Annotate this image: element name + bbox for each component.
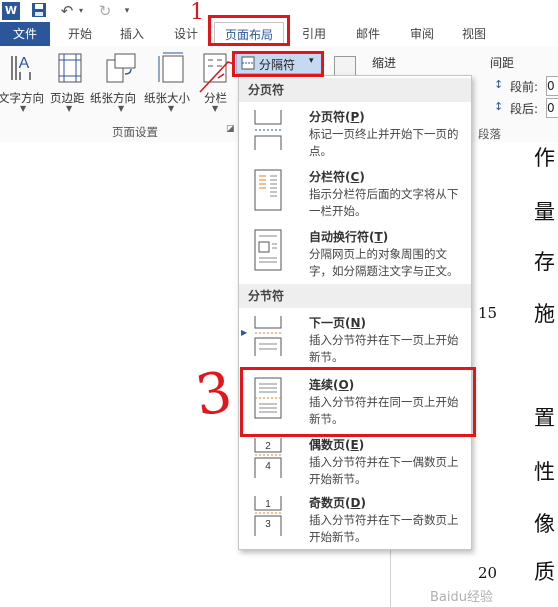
svg-text:4: 4 — [265, 461, 271, 472]
tab-design[interactable]: 设计 — [166, 22, 206, 46]
menu-item-title: 偶数页(E) — [309, 438, 365, 452]
tab-review[interactable]: 审阅 — [402, 22, 442, 46]
doc-char: 存 — [534, 250, 555, 274]
menu-item-title: 下一页(N) — [309, 316, 367, 330]
line-number: 15 — [478, 304, 498, 322]
spacing-after-input[interactable]: 0 — [546, 98, 558, 118]
doc-char: 像 — [534, 512, 555, 536]
menu-item-title: 自动换行符(T) — [309, 230, 389, 244]
menu-item-title: 分页符(P) — [309, 110, 365, 124]
column-break-icon — [254, 169, 282, 211]
menu-item-desc: 标记一页终止并开始下一页的点。 — [309, 127, 459, 158]
spacing-before-icon: ↕ — [494, 78, 504, 91]
tab-mailings[interactable]: 邮件 — [348, 22, 388, 46]
dialog-launcher-icon[interactable]: ◪ — [226, 124, 235, 134]
dropdown-arrow-icon: ▼ — [66, 104, 73, 113]
highlight-box-tab — [208, 15, 290, 46]
group-label-paragraph: 段落 — [478, 127, 501, 141]
menu-item-page-break[interactable]: 分页符(P) 标记一页终止并开始下一页的点。 — [239, 104, 471, 162]
highlight-box-continuous — [240, 367, 476, 437]
spacing-before-label: 段前: — [510, 80, 539, 94]
indent-label: 缩进 — [372, 56, 397, 70]
orientation-label: 纸张方向 — [90, 91, 136, 105]
text-direction-icon: A — [11, 55, 31, 80]
breaks-dropdown-menu: 分页符 分页符(P) 标记一页终止并开始下一页的点。 分栏符(C) 指示分栏符后… — [238, 75, 472, 550]
menu-item-next-page[interactable]: ▶ 下一页(N) 插入分节符并在下一页上开始新节。 — [239, 310, 471, 368]
menu-item-desc: 插入分节符并在下一偶数页上开始新节。 — [309, 455, 459, 486]
menu-item-title: 奇数页(D) — [309, 496, 366, 510]
next-page-break-icon — [254, 316, 282, 356]
spacing-after-label: 段后: — [510, 102, 539, 116]
doc-char: 施 — [534, 302, 555, 326]
orientation-icon — [106, 53, 136, 83]
dropdown-arrow-icon: ▼ — [168, 104, 175, 113]
group-label-page-setup: 页面设置 — [112, 125, 158, 139]
page-break-icon — [254, 110, 282, 150]
section-header-section-breaks: 分节符 — [239, 284, 471, 308]
svg-text:3: 3 — [265, 519, 271, 530]
spacing-after-icon: ↕ — [494, 100, 504, 113]
menu-item-desc: 分隔网页上的对象周围的文字，如分隔题注文字与正文。 — [309, 247, 459, 278]
menu-item-title: 分栏符(C) — [309, 170, 365, 184]
dropdown-arrow-icon: ▼ — [20, 104, 27, 113]
annotation-step-2-mark — [199, 61, 235, 93]
doc-char: 性 — [534, 460, 555, 484]
watermark: Baidu经验 — [430, 590, 493, 605]
highlight-box-breaks — [232, 51, 324, 77]
svg-text:A: A — [19, 55, 30, 72]
size-button[interactable]: 纸张大小 — [144, 52, 194, 105]
menu-item-column-break[interactable]: 分栏符(C) 指示分栏符后面的文字将从下一栏开始。 — [239, 164, 471, 222]
tab-home[interactable]: 开始 — [60, 22, 100, 46]
selection-marker-icon: ▶ — [241, 328, 248, 337]
tab-view[interactable]: 视图 — [454, 22, 494, 46]
tab-insert[interactable]: 插入 — [112, 22, 152, 46]
svg-text:1: 1 — [265, 499, 271, 510]
annotation-step-1: 1 — [190, 0, 204, 25]
doc-char: 质 — [534, 560, 555, 584]
text-wrapping-break-icon — [254, 229, 282, 271]
doc-char: 作 — [534, 146, 555, 170]
even-page-break-icon: 2 4 — [254, 438, 282, 478]
dropdown-arrow-icon: ▼ — [212, 104, 219, 113]
menu-item-even-page[interactable]: 2 4 偶数页(E) 插入分节符并在下一偶数页上开始新节。 — [239, 432, 471, 490]
save-icon[interactable] — [30, 2, 48, 20]
menu-item-desc: 指示分栏符后面的文字将从下一栏开始。 — [309, 187, 459, 218]
margins-button[interactable]: 页边距 — [50, 52, 88, 105]
dropdown-arrow-icon: ▼ — [118, 104, 125, 113]
undo-dropdown-icon[interactable]: ▾ — [72, 2, 90, 20]
line-number: 20 — [478, 564, 498, 582]
menu-item-odd-page[interactable]: 1 3 奇数页(D) 插入分节符并在下一奇数页上开始新节。 — [239, 490, 471, 548]
doc-char: 量 — [534, 200, 555, 224]
size-label: 纸张大小 — [144, 91, 190, 105]
doc-char: 置 — [534, 406, 555, 430]
svg-text:2: 2 — [265, 441, 271, 452]
menu-item-text-wrapping-break[interactable]: 自动换行符(T) 分隔网页上的对象周围的文字，如分隔题注文字与正文。 — [239, 224, 471, 282]
odd-page-break-icon: 1 3 — [254, 496, 282, 536]
size-icon — [158, 52, 184, 83]
customize-qat-icon[interactable]: ▾ — [118, 2, 136, 20]
orientation-button[interactable]: 纸张方向 — [90, 52, 144, 105]
tab-file[interactable]: 文件 — [0, 22, 50, 46]
redo-icon[interactable]: ↻ — [96, 2, 114, 20]
text-direction-button[interactable]: A 文字方向 — [0, 52, 48, 105]
tab-references[interactable]: 引用 — [294, 22, 334, 46]
spacing-label: 间距 — [490, 56, 515, 70]
section-header-page-breaks: 分页符 — [239, 78, 471, 102]
menu-item-desc: 插入分节符并在下一奇数页上开始新节。 — [309, 513, 459, 544]
menu-item-desc: 插入分节符并在下一页上开始新节。 — [309, 333, 459, 364]
spacing-before-input[interactable]: 0 — [546, 76, 558, 96]
margins-icon — [58, 53, 82, 83]
word-app-icon[interactable]: W — [2, 2, 20, 20]
